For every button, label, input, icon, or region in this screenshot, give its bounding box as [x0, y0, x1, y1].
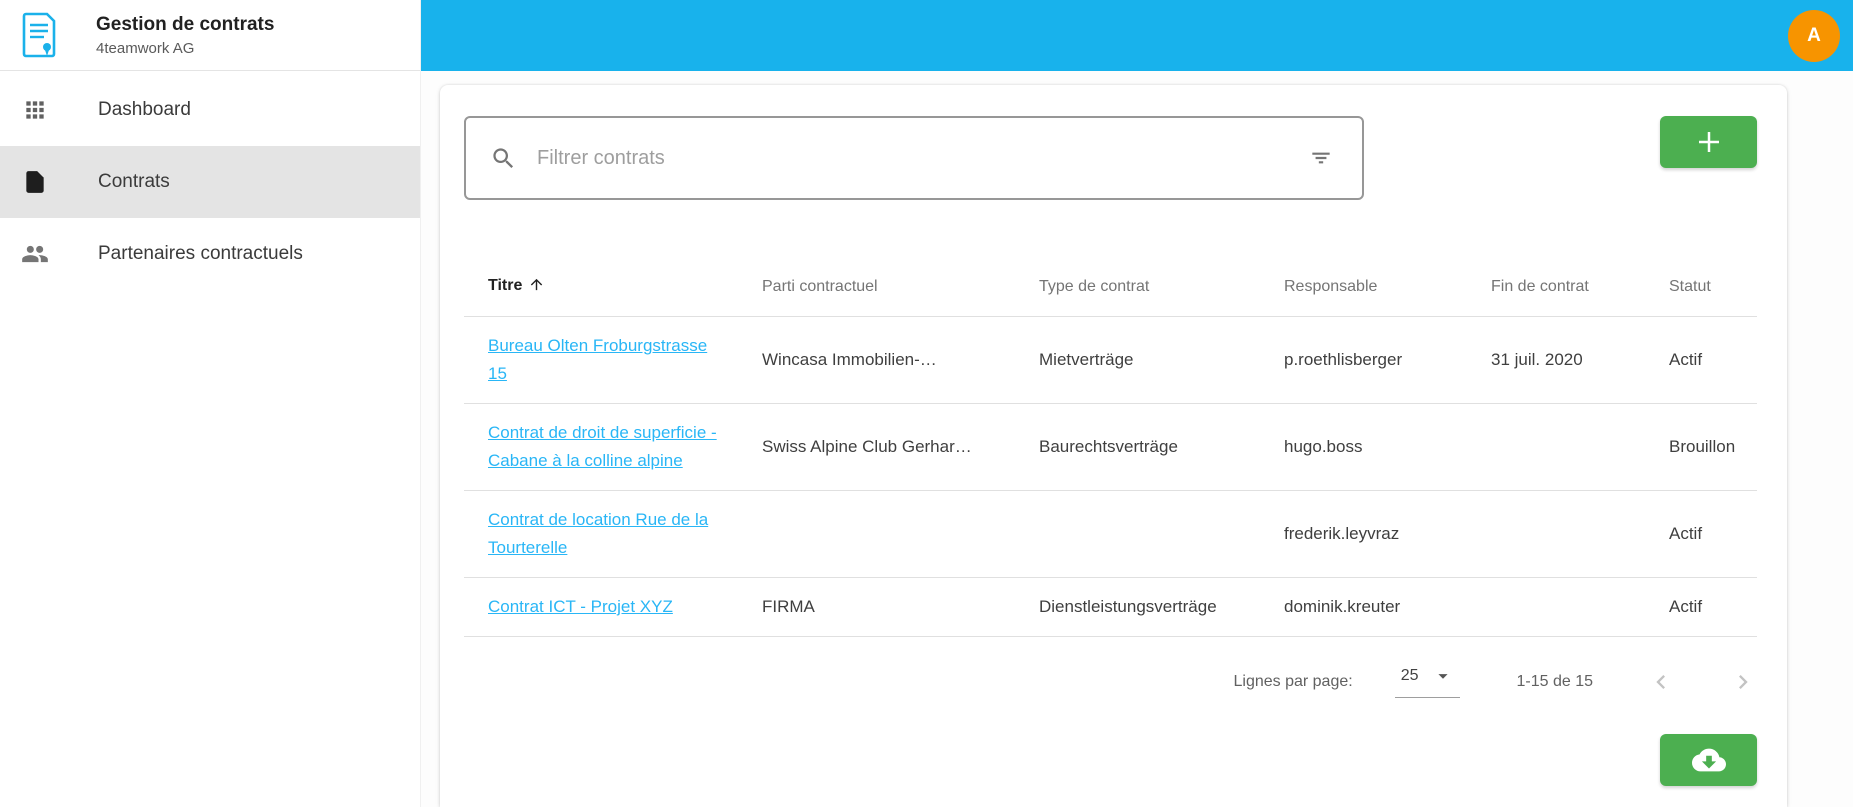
- cell-status: Actif: [1645, 490, 1757, 578]
- cell-status: Brouillon: [1645, 403, 1757, 491]
- column-header-parti[interactable]: Parti contractuel: [738, 262, 1015, 317]
- sidebar-item-label: Dashboard: [98, 99, 191, 120]
- cell-end-date: [1467, 403, 1645, 491]
- download-export-button[interactable]: [1660, 734, 1757, 786]
- download-row: [464, 734, 1757, 786]
- table-row: Contrat de location Rue de la Tourterell…: [464, 490, 1757, 578]
- sidebar-item-dashboard[interactable]: Dashboard: [0, 74, 420, 146]
- cloud-download-icon: [1691, 743, 1726, 777]
- topbar: A: [421, 0, 1853, 71]
- app-logo-icon: [18, 11, 58, 59]
- people-icon: [20, 239, 50, 269]
- dropdown-arrow-icon: [1432, 665, 1454, 687]
- main-area: A Filtrer contrats Titre Parti contractu…: [421, 0, 1853, 807]
- table-row: Contrat ICT - Projet XYZ FIRMA Dienstlei…: [464, 577, 1757, 637]
- cell-status: Actif: [1645, 316, 1757, 404]
- cell-type: Mietverträge: [1015, 316, 1260, 404]
- chevron-right-icon: [1729, 668, 1757, 696]
- plus-icon: [1694, 127, 1724, 157]
- column-header-titre[interactable]: Titre: [464, 262, 738, 317]
- column-header-fin[interactable]: Fin de contrat: [1467, 262, 1645, 317]
- cell-responsible: hugo.boss: [1260, 403, 1467, 491]
- contracts-card: Titre Parti contractuel Type de contrat …: [440, 85, 1787, 807]
- pagination: Lignes par page: 25 1-15 de 15: [464, 665, 1757, 698]
- column-header-type[interactable]: Type de contrat: [1015, 262, 1260, 317]
- app-subtitle: 4teamwork AG: [96, 39, 195, 57]
- table-row: Contrat de droit de superficie - Cabane …: [464, 403, 1757, 491]
- sidebar-header: Gestion de contrats 4teamwork AG: [0, 0, 420, 71]
- cell-responsible: frederik.leyvraz: [1260, 490, 1467, 578]
- contract-title-link[interactable]: Contrat ICT - Projet XYZ: [488, 597, 673, 616]
- cell-end-date: 31 juil. 2020: [1467, 316, 1645, 404]
- add-contract-button[interactable]: [1660, 116, 1757, 168]
- cell-party: Swiss Alpine Club Gerhar…: [738, 403, 1015, 491]
- column-header-label: Titre: [488, 277, 523, 294]
- contracts-table: Titre Parti contractuel Type de contrat …: [464, 262, 1757, 637]
- cell-end-date: [1467, 490, 1645, 578]
- contract-title-link[interactable]: Bureau Olten Froburgstrasse 15: [488, 336, 707, 383]
- cell-responsible: dominik.kreuter: [1260, 577, 1467, 637]
- filter-contracts-input[interactable]: [537, 146, 1308, 170]
- user-avatar[interactable]: A: [1788, 9, 1840, 62]
- column-header-responsable[interactable]: Responsable: [1260, 262, 1467, 317]
- contract-title-link[interactable]: Contrat de droit de superficie - Cabane …: [488, 423, 717, 470]
- cell-party: Wincasa Immobilien-…: [738, 316, 1015, 404]
- content-area: Titre Parti contractuel Type de contrat …: [421, 71, 1853, 807]
- app-root: Gestion de contrats 4teamwork AG Dashboa…: [0, 0, 1853, 807]
- rows-per-page-label: Lignes par page:: [1233, 672, 1353, 690]
- search-icon: [490, 145, 517, 172]
- cell-party: [738, 490, 1015, 578]
- sidebar-nav: Dashboard Contrats Partenaires contractu…: [0, 71, 420, 290]
- table-row: Bureau Olten Froburgstrasse 15 Wincasa I…: [464, 316, 1757, 404]
- sidebar: Gestion de contrats 4teamwork AG Dashboa…: [0, 0, 421, 807]
- app-title: Gestion de contrats: [96, 13, 275, 35]
- rows-per-page-select[interactable]: 25: [1394, 665, 1461, 698]
- sidebar-item-partenaires[interactable]: Partenaires contractuels: [0, 218, 420, 290]
- cell-end-date: [1467, 577, 1645, 637]
- contract-title-link[interactable]: Contrat de location Rue de la Tourterell…: [488, 510, 708, 557]
- sidebar-item-contrats[interactable]: Contrats: [0, 146, 420, 218]
- next-page-button[interactable]: [1729, 668, 1757, 696]
- sidebar-item-label: Contrats: [98, 171, 170, 192]
- cell-responsible: p.roethlisberger: [1260, 316, 1467, 404]
- cell-type: Baurechtsverträge: [1015, 403, 1260, 491]
- previous-page-button[interactable]: [1647, 668, 1675, 696]
- filter-list-icon[interactable]: [1308, 145, 1334, 171]
- sort-ascending-icon: [528, 276, 545, 298]
- pagination-range-label: 1-15 de 15: [1516, 672, 1593, 690]
- toolbar: [464, 116, 1757, 200]
- filter-search-box[interactable]: [464, 116, 1364, 200]
- cell-party: FIRMA: [738, 577, 1015, 637]
- app-titles: Gestion de contrats 4teamwork AG: [96, 14, 274, 57]
- grid-icon: [20, 95, 50, 125]
- sidebar-item-label: Partenaires contractuels: [98, 243, 303, 264]
- table-header-row: Titre Parti contractuel Type de contrat …: [464, 262, 1757, 317]
- rows-per-page-value: 25: [1400, 667, 1419, 684]
- cell-type: [1015, 490, 1260, 578]
- chevron-left-icon: [1647, 668, 1675, 696]
- cell-status: Actif: [1645, 577, 1757, 637]
- document-icon: [20, 167, 50, 197]
- cell-type: Dienstleistungsverträge: [1015, 577, 1260, 637]
- column-header-statut[interactable]: Statut: [1645, 262, 1757, 317]
